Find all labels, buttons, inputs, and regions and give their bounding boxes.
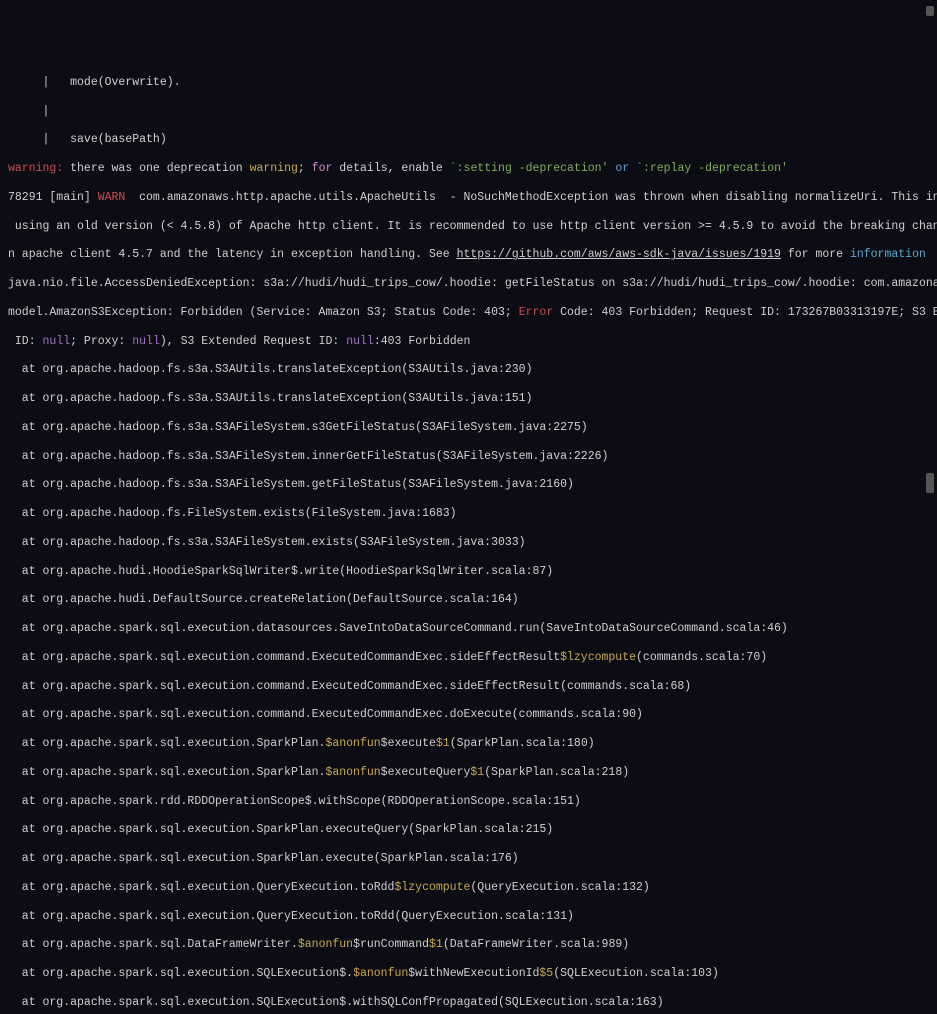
for-keyword: for <box>312 162 333 175</box>
code-line: | mode(Overwrite). <box>8 76 929 90</box>
log-line: using an old version (< 4.5.8) of Apache… <box>8 220 929 234</box>
stacktrace-line: at org.apache.spark.sql.execution.comman… <box>8 708 929 722</box>
terminal-output: | mode(Overwrite). | | save(basePath) wa… <box>8 62 929 1014</box>
stacktrace-line: at org.apache.spark.sql.execution.comman… <box>8 651 929 665</box>
log-line: n apache client 4.5.7 and the latency in… <box>8 248 929 262</box>
stacktrace-line: at org.apache.spark.sql.execution.QueryE… <box>8 910 929 924</box>
scrollbar-thumb[interactable] <box>926 6 934 16</box>
warn-level: WARN <box>98 191 126 204</box>
index-highlight: $1 <box>429 938 443 951</box>
stacktrace-line: at org.apache.hadoop.fs.s3a.S3AUtils.tra… <box>8 392 929 406</box>
lzycompute-highlight: $lzycompute <box>560 651 636 664</box>
stacktrace-line: at org.apache.hadoop.fs.s3a.S3AFileSyste… <box>8 450 929 464</box>
warning-line: warning: there was one deprecation warni… <box>8 162 929 176</box>
url-link[interactable]: https://github.com/aws/aws-sdk-java/issu… <box>457 248 781 261</box>
code-line: | <box>8 105 929 119</box>
scrollbar-thumb[interactable] <box>926 473 934 493</box>
lzycompute-highlight: $lzycompute <box>394 881 470 894</box>
stacktrace-line: at org.apache.spark.sql.execution.QueryE… <box>8 881 929 895</box>
stacktrace-line: at org.apache.hadoop.fs.s3a.S3AFileSyste… <box>8 478 929 492</box>
exception-line: ID: null; Proxy: null), S3 Extended Requ… <box>8 335 929 349</box>
stacktrace-line: at org.apache.spark.sql.execution.SQLExe… <box>8 967 929 981</box>
code-line: | save(basePath) <box>8 133 929 147</box>
stacktrace-line: at org.apache.hadoop.fs.FileSystem.exist… <box>8 507 929 521</box>
null-keyword: null <box>43 335 71 348</box>
stacktrace-line: at org.apache.spark.sql.execution.dataso… <box>8 622 929 636</box>
exception-line: java.nio.file.AccessDeniedException: s3a… <box>8 277 929 291</box>
index-highlight: $1 <box>436 737 450 750</box>
stacktrace-line: at org.apache.hadoop.fs.s3a.S3AFileSyste… <box>8 421 929 435</box>
stacktrace-line: at org.apache.spark.sql.execution.SparkP… <box>8 823 929 837</box>
or-keyword: or <box>608 162 636 175</box>
stacktrace-line: at org.apache.hudi.DefaultSource.createR… <box>8 593 929 607</box>
stacktrace-line: at org.apache.spark.sql.DataFrameWriter.… <box>8 938 929 952</box>
warning-keyword: warning <box>250 162 298 175</box>
null-keyword: null <box>346 335 374 348</box>
exception-line: model.AmazonS3Exception: Forbidden (Serv… <box>8 306 929 320</box>
stacktrace-line: at org.apache.spark.sql.execution.comman… <box>8 680 929 694</box>
anonfun-highlight: $anonfun <box>353 967 408 980</box>
stacktrace-line: at org.apache.hudi.HoodieSparkSqlWriter$… <box>8 565 929 579</box>
anonfun-highlight: $anonfun <box>298 938 353 951</box>
info-keyword: information <box>850 248 926 261</box>
option-string: `:replay -deprecation' <box>636 162 788 175</box>
stacktrace-line: at org.apache.spark.rdd.RDDOperationScop… <box>8 795 929 809</box>
stacktrace-line: at org.apache.hadoop.fs.s3a.S3AUtils.tra… <box>8 363 929 377</box>
null-keyword: null <box>132 335 160 348</box>
anonfun-highlight: $anonfun <box>325 737 380 750</box>
stacktrace-line: at org.apache.spark.sql.execution.SparkP… <box>8 737 929 751</box>
log-line: 78291 [main] WARN com.amazonaws.http.apa… <box>8 191 929 205</box>
warning-keyword: warning: <box>8 162 63 175</box>
option-string: `:setting -deprecation' <box>450 162 609 175</box>
stacktrace-line: at org.apache.hadoop.fs.s3a.S3AFileSyste… <box>8 536 929 550</box>
index-highlight: $1 <box>470 766 484 779</box>
stacktrace-line: at org.apache.spark.sql.execution.SparkP… <box>8 766 929 780</box>
error-keyword: Error <box>519 306 554 319</box>
stacktrace-line: at org.apache.spark.sql.execution.SparkP… <box>8 852 929 866</box>
anonfun-highlight: $anonfun <box>325 766 380 779</box>
index-highlight: $5 <box>539 967 553 980</box>
stacktrace-line: at org.apache.spark.sql.execution.SQLExe… <box>8 996 929 1010</box>
